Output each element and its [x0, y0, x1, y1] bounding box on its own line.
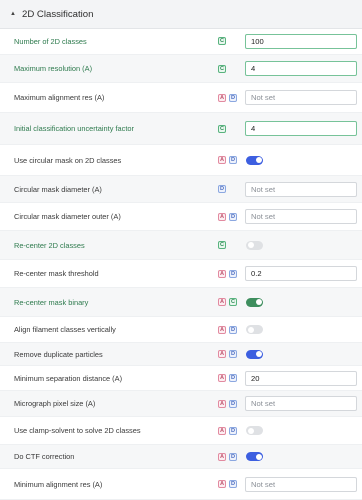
badge-c: C	[218, 64, 226, 73]
min-separation-input[interactable]: 20	[245, 370, 357, 386]
badge-d: D	[229, 426, 237, 435]
badge-d: D	[229, 212, 237, 221]
circular-mask-diameter-input[interactable]: Not set	[245, 181, 357, 197]
param-row: Use circular mask on 2D classes A D	[0, 145, 362, 176]
param-row: Circular mask diameter (A) D Not set	[0, 176, 362, 203]
recenter-binary-toggle[interactable]	[246, 297, 263, 307]
badge-d: D	[229, 156, 237, 164]
badge-d: D	[229, 325, 237, 334]
param-row: Re-center mask threshold A D 0.2	[0, 260, 362, 288]
param-row: Do CTF correction A D	[0, 445, 362, 469]
param-label: Number of 2D classes	[14, 36, 87, 46]
param-row: Align filament classes vertically A D	[0, 317, 362, 343]
recenter-threshold-input[interactable]: 0.2	[245, 266, 357, 281]
badge-a: A	[218, 93, 226, 102]
param-label: Re-center mask binary	[14, 297, 89, 307]
badge-a: A	[218, 212, 226, 221]
param-row: Re-center mask binary A C	[0, 288, 362, 317]
param-row: Number of 2D classes C 100	[0, 28, 362, 55]
badge-a: A	[218, 298, 226, 306]
number-of-classes-input[interactable]: 100	[245, 33, 357, 49]
param-label: Micrograph pixel size (A)	[14, 399, 96, 408]
param-label: Minimum separation distance (A)	[14, 373, 123, 383]
badge-d: D	[229, 269, 237, 278]
param-label: Circular mask diameter outer (A)	[14, 212, 121, 221]
param-label: Initial classification uncertainty facto…	[14, 124, 134, 133]
ctf-correction-toggle[interactable]	[246, 452, 263, 461]
badge-a: A	[218, 156, 226, 164]
section-header[interactable]: ▲ 2D Classification	[0, 0, 362, 29]
param-row: Maximum resolution (A) C 4	[0, 55, 362, 83]
badge-a: A	[218, 350, 226, 358]
badge-a: A	[218, 374, 226, 382]
param-row: Minimum alignment res (A) A D Not set	[0, 469, 362, 500]
badge-c: C	[218, 241, 226, 249]
param-row: Minimum separation distance (A) A D 20	[0, 366, 362, 391]
align-filament-toggle[interactable]	[246, 325, 263, 334]
param-row: Maximum alignment res (A) A D Not set	[0, 83, 362, 113]
badge-a: A	[218, 399, 226, 408]
param-label: Do CTF correction	[14, 452, 75, 461]
param-label: Maximum alignment res (A)	[14, 93, 105, 102]
remove-duplicates-toggle[interactable]	[246, 349, 263, 359]
badge-c: C	[218, 37, 226, 45]
badge-d: D	[229, 399, 237, 408]
param-label: Maximum resolution (A)	[14, 64, 93, 73]
pixel-size-input[interactable]: Not set	[245, 396, 357, 411]
badge-a: A	[218, 426, 226, 435]
param-row: Circular mask diameter outer (A) A D Not…	[0, 203, 362, 231]
chevron-up-icon[interactable]: ▲	[10, 11, 16, 17]
uncertainty-factor-input[interactable]: 4	[245, 121, 357, 136]
min-alignment-res-input[interactable]: Not set	[245, 476, 357, 492]
badge-d: D	[229, 374, 237, 382]
param-row: Initial classification uncertainty facto…	[0, 113, 362, 145]
param-label: Re-center 2D classes	[14, 240, 85, 250]
maximum-resolution-input[interactable]: 4	[245, 61, 357, 76]
recenter-classes-toggle[interactable]	[246, 240, 263, 250]
badge-d: D	[229, 480, 237, 488]
param-label: Use clamp-solvent to solve 2D classes	[14, 426, 141, 435]
param-label: Minimum alignment res (A)	[14, 479, 103, 489]
badge-a: A	[218, 452, 226, 461]
param-label: Align filament classes vertically	[14, 325, 116, 334]
badge-d: D	[229, 93, 237, 102]
badge-d: D	[218, 185, 226, 193]
clamp-solvent-toggle[interactable]	[246, 426, 263, 435]
badge-c: C	[229, 298, 237, 306]
badge-a: A	[218, 269, 226, 278]
section-title: 2D Classification	[22, 8, 94, 20]
param-label: Re-center mask threshold	[14, 269, 99, 278]
maximum-alignment-res-input[interactable]: Not set	[245, 90, 357, 105]
param-label: Remove duplicate particles	[14, 349, 103, 359]
badge-a: A	[218, 480, 226, 488]
circular-mask-toggle[interactable]	[246, 155, 263, 165]
badge-c: C	[218, 124, 226, 133]
badge-d: D	[229, 350, 237, 358]
classification-panel: ▲ 2D Classification Number of 2D classes…	[0, 0, 362, 500]
param-row: Remove duplicate particles A D	[0, 343, 362, 366]
param-row: Re-center 2D classes C	[0, 231, 362, 260]
circular-mask-outer-input[interactable]: Not set	[245, 209, 357, 224]
badge-a: A	[218, 325, 226, 334]
param-label: Use circular mask on 2D classes	[14, 155, 122, 165]
badge-d: D	[229, 452, 237, 461]
param-row: Micrograph pixel size (A) A D Not set	[0, 391, 362, 417]
param-label: Circular mask diameter (A)	[14, 184, 102, 194]
param-row: Use clamp-solvent to solve 2D classes A …	[0, 417, 362, 445]
